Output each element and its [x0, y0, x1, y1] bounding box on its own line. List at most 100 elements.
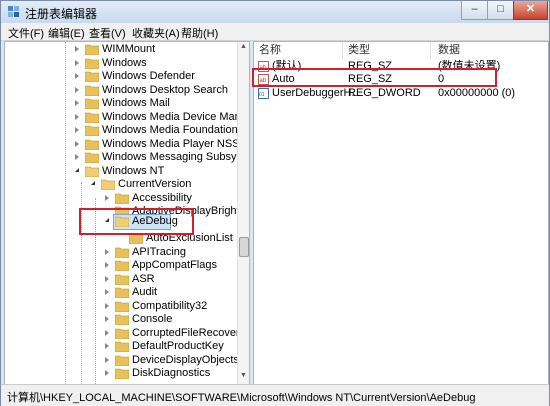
menu-bar: 文件(F) 编辑(E) 查看(V) 收藏夹(A) 帮助(H) — [1, 23, 549, 41]
status-bar: 计算机\HKEY_LOCAL_MACHINE\SOFTWARE\Microsof… — [1, 384, 549, 406]
folder-icon — [115, 355, 129, 366]
folder-icon — [115, 193, 129, 204]
tree-item-windows-messaging-subsystem[interactable]: Windows Messaging Subsystem — [5, 150, 249, 165]
expand-arrow-icon[interactable] — [75, 87, 79, 93]
folder-icon — [115, 328, 129, 339]
tree-item-windows-media-foundation[interactable]: Windows Media Foundation — [5, 123, 238, 138]
folder-icon — [85, 98, 99, 109]
tree-item-label: Windows Defender — [102, 70, 195, 82]
expand-arrow-icon[interactable] — [105, 370, 109, 376]
collapse-arrow-icon[interactable] — [75, 168, 79, 172]
expand-arrow-icon[interactable] — [105, 276, 109, 282]
expand-arrow-icon[interactable] — [105, 195, 109, 201]
minimize-button[interactable]: – — [461, 1, 488, 20]
folder-icon — [85, 85, 99, 96]
expand-arrow-icon[interactable] — [75, 127, 79, 133]
column-divider[interactable] — [430, 42, 431, 59]
tree-item-defaultproductkey[interactable]: DefaultProductKey — [5, 339, 237, 354]
close-button[interactable]: ✕ — [513, 1, 548, 20]
menu-edit[interactable]: 编辑(E) — [48, 25, 85, 41]
folder-icon — [115, 247, 129, 258]
expand-arrow-icon[interactable] — [75, 154, 79, 160]
expand-arrow-icon[interactable] — [105, 343, 109, 349]
auto-value-highlight-box — [252, 68, 497, 87]
expand-arrow-icon[interactable] — [75, 73, 79, 79]
menu-view[interactable]: 查看(V) — [89, 25, 126, 41]
tree-item-windows-defender[interactable]: Windows Defender — [5, 69, 237, 84]
scroll-down-icon[interactable]: ▼ — [239, 372, 248, 382]
close-icon: ✕ — [525, 3, 536, 15]
folder-icon — [85, 71, 99, 82]
tree-item-currentversion[interactable]: CurrentVersion — [5, 177, 237, 192]
value-row[interactable]: 01 UserDebuggerH... REG_DWORD 0x00000000… — [254, 86, 548, 101]
maximize-icon: □ — [497, 3, 504, 15]
collapse-arrow-icon[interactable] — [91, 181, 95, 185]
aedebug-highlight-box — [79, 208, 194, 235]
minimize-icon: – — [471, 3, 478, 15]
window-title: 注册表编辑器 — [25, 7, 98, 21]
registry-values-list[interactable]: 名称 类型 数据 ab (默认) REG_SZ (数值未设置) ab Auto … — [253, 41, 549, 385]
folder-icon — [115, 287, 129, 298]
folder-icon — [85, 58, 99, 69]
expand-arrow-icon[interactable] — [105, 357, 109, 363]
folder-icon — [85, 139, 99, 150]
tree-item-label: Windows Media Foundation — [102, 124, 238, 136]
expand-arrow-icon[interactable] — [75, 46, 79, 52]
binary-value-icon: 01 — [258, 88, 269, 99]
tree-item-windows-mail[interactable]: Windows Mail — [5, 96, 237, 111]
expand-arrow-icon[interactable] — [75, 114, 79, 120]
expand-arrow-icon[interactable] — [105, 249, 109, 255]
folder-icon — [115, 368, 129, 379]
folder-icon — [115, 274, 129, 285]
expand-arrow-icon[interactable] — [75, 60, 79, 66]
scrollbar-thumb[interactable] — [239, 237, 249, 257]
menu-favorites[interactable]: 收藏夹(A) — [132, 25, 180, 41]
maximize-button[interactable]: □ — [487, 1, 514, 20]
expand-arrow-icon[interactable] — [105, 303, 109, 309]
column-header-data[interactable]: 数据 — [438, 42, 460, 59]
expand-arrow-icon[interactable] — [105, 316, 109, 322]
registry-editor-window: 注册表编辑器 – □ ✕ 文件(F) 编辑(E) 查看(V) 收藏夹(A) 帮助… — [0, 0, 550, 406]
folder-icon — [85, 112, 99, 123]
regedit-app-icon — [8, 6, 19, 17]
tree-item-label: Windows Messaging Subsystem — [102, 151, 250, 163]
tree-vertical-scrollbar[interactable]: ▲ ▼ — [237, 42, 249, 384]
column-header-name[interactable]: 名称 — [259, 42, 281, 59]
tree-item-label: AppCompatFlags — [132, 259, 217, 271]
svg-text:01: 01 — [259, 92, 265, 98]
menu-file[interactable]: 文件(F) — [8, 25, 44, 41]
folder-icon — [85, 125, 99, 136]
expand-arrow-icon[interactable] — [75, 141, 79, 147]
menu-help[interactable]: 帮助(H) — [181, 25, 218, 41]
tree-item-label: Windows Mail — [102, 97, 170, 109]
expand-arrow-icon[interactable] — [105, 262, 109, 268]
folder-icon — [115, 301, 129, 312]
current-key-path: 计算机\HKEY_LOCAL_MACHINE\SOFTWARE\Microsof… — [7, 392, 476, 404]
tree-item-console[interactable]: Console — [5, 312, 237, 327]
column-divider[interactable] — [342, 42, 343, 59]
tree-item-label: DefaultProductKey — [132, 340, 224, 352]
value-type: REG_DWORD — [348, 87, 421, 99]
tree-item-appcompatflags[interactable]: AppCompatFlags — [5, 258, 237, 273]
folder-icon — [115, 260, 129, 271]
expand-arrow-icon[interactable] — [105, 289, 109, 295]
folder-icon — [115, 341, 129, 352]
folder-icon — [85, 44, 99, 55]
expand-arrow-icon[interactable] — [75, 100, 79, 106]
column-header-type[interactable]: 类型 — [348, 42, 370, 59]
tree-item-label: Console — [132, 313, 173, 325]
tree-item-audit[interactable]: Audit — [5, 285, 237, 300]
open-folder-icon — [101, 179, 115, 190]
tree-item-label: Audit — [132, 286, 158, 298]
title-bar[interactable]: 注册表编辑器 – □ ✕ — [1, 1, 549, 23]
expand-arrow-icon[interactable] — [105, 330, 109, 336]
tree-item-diskdiagnostics[interactable]: DiskDiagnostics — [5, 366, 237, 381]
tree-item-label: CurrentVersion — [118, 178, 192, 190]
value-data: 0x00000000 (0) — [438, 87, 516, 99]
folder-icon — [115, 314, 129, 325]
scroll-up-icon[interactable]: ▲ — [239, 43, 248, 53]
open-folder-icon — [85, 166, 99, 177]
folder-icon — [85, 152, 99, 163]
tree-item-wimmount[interactable]: WIMMount — [5, 42, 237, 57]
tree-item-label: DiskDiagnostics — [132, 367, 211, 379]
